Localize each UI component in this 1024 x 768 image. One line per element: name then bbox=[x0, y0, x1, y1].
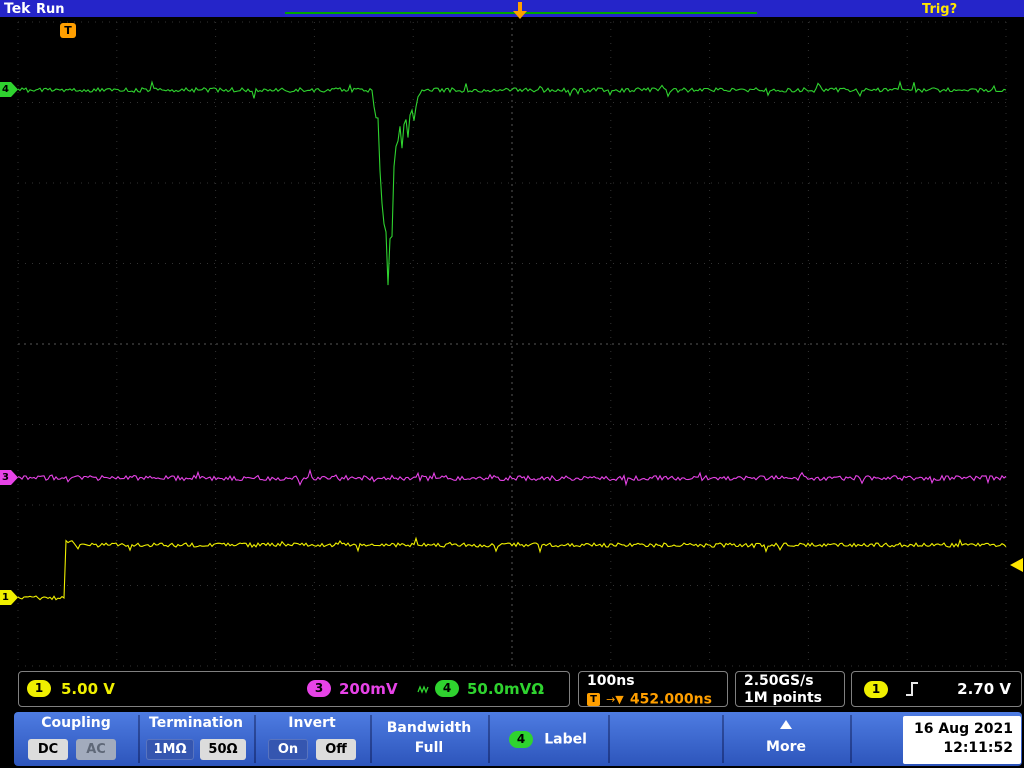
trigger-delay-readout: T →▼ 452.000ns bbox=[587, 689, 712, 708]
invert-on-option[interactable]: On bbox=[268, 739, 308, 760]
datetime-display: 16 Aug 2021 12:11:52 bbox=[903, 716, 1021, 764]
acquisition-readout: 2.50GS/s 1M points bbox=[735, 671, 845, 707]
separator bbox=[608, 715, 610, 763]
ch3-scale-value: 200mV bbox=[339, 680, 398, 698]
label-softkey[interactable]: 4 Label bbox=[488, 712, 608, 766]
termination-1m-option[interactable]: 1MΩ bbox=[146, 739, 194, 760]
trigger-readout: 1 2.70 V bbox=[851, 671, 1022, 707]
delay-arrow-icon: →▼ bbox=[606, 693, 624, 706]
probe-icon bbox=[417, 682, 431, 701]
channel-readouts: 1 5.00 V 3 200mV 4 50.0mVΩ bbox=[18, 671, 570, 707]
ch4-scale-value: 50.0mVΩ bbox=[467, 680, 544, 698]
more-softkey[interactable]: More bbox=[722, 712, 850, 766]
more-label: More bbox=[766, 739, 806, 755]
timebase-scale: 100ns bbox=[587, 673, 635, 689]
rising-edge-icon bbox=[904, 679, 920, 703]
softkey-menu-bar: Coupling DC AC Termination 1MΩ 50Ω Inver… bbox=[0, 710, 1024, 768]
time-text: 12:11:52 bbox=[943, 740, 1013, 756]
trigger-level-value: 2.70 V bbox=[957, 680, 1011, 698]
acquisition-status: Run bbox=[36, 2, 65, 17]
tek-logo: Tek bbox=[4, 1, 31, 17]
softkey-panel: Coupling DC AC Termination 1MΩ 50Ω Inver… bbox=[14, 712, 1022, 766]
trigger-source-badge: 1 bbox=[864, 681, 888, 698]
ch4-badge: 4 bbox=[435, 680, 459, 697]
coupling-softkey[interactable]: Coupling DC AC bbox=[14, 712, 138, 766]
coupling-dc-option[interactable]: DC bbox=[28, 739, 68, 760]
graticule-and-traces bbox=[17, 21, 1007, 667]
trigger-time-flag: T bbox=[60, 23, 76, 38]
bandwidth-value: Full bbox=[414, 740, 444, 756]
coupling-title: Coupling bbox=[41, 715, 111, 731]
ch1-badge: 1 bbox=[27, 680, 51, 697]
label-row: 4 Label bbox=[488, 729, 608, 748]
trigger-level-arrow-icon bbox=[1010, 558, 1023, 572]
trigger-flag-icon: T bbox=[587, 693, 600, 706]
top-status-bar: Tek Run Trig? bbox=[0, 0, 1024, 17]
invert-off-option[interactable]: Off bbox=[316, 739, 356, 760]
trigger-delay-value: 452.000ns bbox=[629, 691, 712, 708]
ch3-badge: 3 bbox=[307, 680, 331, 697]
record-length: 1M points bbox=[744, 690, 822, 706]
coupling-ac-option[interactable]: AC bbox=[76, 739, 116, 760]
oscilloscope-screen: Tek Run Trig? T 4 3 1 1 5.00 V 3 200mV 4… bbox=[0, 0, 1024, 768]
label-text: Label bbox=[544, 731, 587, 748]
trigger-status: Trig? bbox=[922, 2, 958, 17]
invert-title: Invert bbox=[288, 715, 336, 731]
ch1-scale-value: 5.00 V bbox=[61, 680, 115, 698]
more-up-arrow-icon bbox=[780, 720, 792, 729]
timebase-readout: 100ns T →▼ 452.000ns bbox=[578, 671, 728, 708]
readout-bar: 1 5.00 V 3 200mV 4 50.0mVΩ 100ns T →▼ 45… bbox=[0, 667, 1024, 710]
label-channel-badge: 4 bbox=[509, 731, 534, 748]
invert-softkey[interactable]: Invert On Off bbox=[254, 712, 370, 766]
sample-rate: 2.50GS/s bbox=[744, 673, 814, 689]
separator bbox=[850, 715, 852, 763]
bandwidth-title: Bandwidth bbox=[386, 720, 472, 736]
date-text: 16 Aug 2021 bbox=[913, 721, 1013, 737]
bandwidth-softkey[interactable]: Bandwidth Full bbox=[370, 712, 488, 766]
termination-50ohm-option[interactable]: 50Ω bbox=[200, 739, 246, 760]
trigger-position-arrow-icon bbox=[513, 11, 527, 19]
termination-softkey[interactable]: Termination 1MΩ 50Ω bbox=[138, 712, 254, 766]
termination-title: Termination bbox=[149, 715, 243, 731]
